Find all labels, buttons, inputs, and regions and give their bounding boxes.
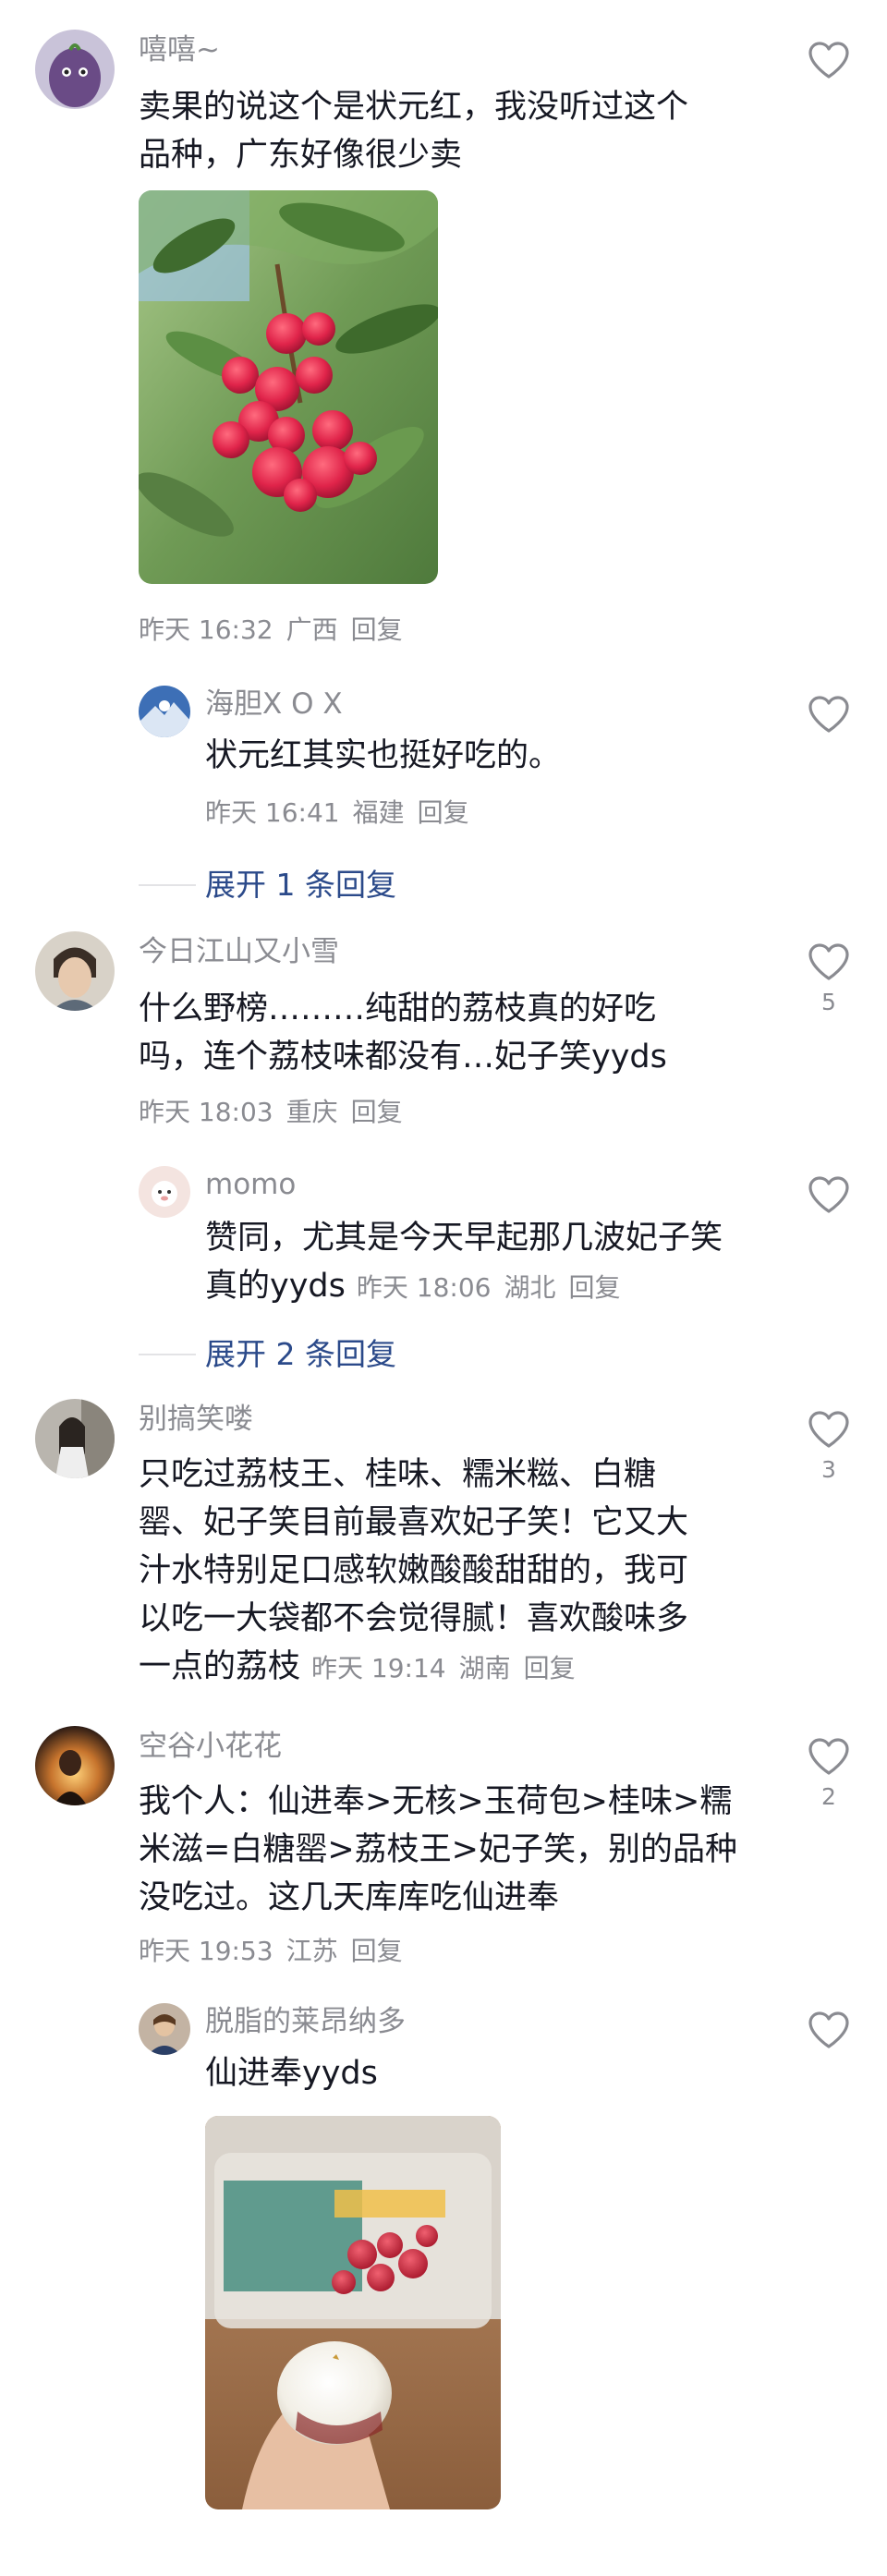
like-button[interactable]: 5	[806, 942, 852, 1016]
comment-text: 什么野榜………纯甜的荔枝真的好吃 吗，连个荔枝味都没有…妃子笑yyds	[139, 990, 667, 1075]
avatar[interactable]	[139, 1166, 190, 1218]
heart-outline-icon	[808, 943, 849, 980]
username[interactable]: 嘻嘻~	[139, 31, 220, 68]
avatar[interactable]	[35, 30, 115, 109]
comment-text: 只吃过荔枝王、桂味、糯米糍、白糖 罂、妃子笑目前最喜欢妃子笑！它又大 汁水特别足…	[139, 1456, 689, 1685]
comment-meta: 昨天 19:14 湖南 回复	[311, 1653, 576, 1683]
reply-button[interactable]: 回复	[351, 1936, 403, 1966]
avatar[interactable]	[139, 2003, 190, 2055]
expand-replies-button[interactable]: 展开 1 条回复	[139, 867, 396, 904]
heart-outline-icon	[808, 1411, 849, 1448]
like-button[interactable]	[806, 695, 852, 734]
comment-text: 卖果的说这个是状元红，我没听过这个 品种，广东好像很少卖	[139, 89, 689, 174]
like-button[interactable]: 2	[806, 1737, 852, 1811]
like-count: 5	[821, 989, 836, 1015]
like-count: 3	[821, 1456, 836, 1483]
username[interactable]: momo	[205, 1166, 296, 1203]
heart-outline-icon	[808, 696, 849, 733]
comment-text: 仙进奉yyds	[205, 2055, 378, 2092]
like-button[interactable]	[806, 2011, 852, 2049]
reply-button[interactable]: 回复	[569, 1272, 621, 1303]
comment-text: 赞同，尤其是今天早起那几波妃子笑 真的yyds 昨天 18:06 湖北 回复	[205, 1220, 723, 1305]
reply-button[interactable]: 回复	[418, 797, 469, 828]
heart-outline-icon	[808, 1738, 849, 1775]
username[interactable]: 海胆X O X	[205, 686, 343, 723]
comment-meta: 昨天 19:53 江苏 回复	[139, 1936, 403, 1966]
peeled-lychee-photo[interactable]	[205, 2116, 501, 2509]
avatar[interactable]	[139, 686, 190, 737]
username[interactable]: 脱脂的莱昂纳多	[205, 2003, 406, 2040]
like-button[interactable]: 3	[806, 1410, 852, 1484]
comment-text: 我个人：仙进奉>无核>玉荷包>桂味>糯 米滋=白糖罂>荔枝王>妃子笑，别的品种 …	[139, 1783, 737, 1916]
reply-button[interactable]: 回复	[351, 1097, 403, 1127]
heart-outline-icon	[808, 1176, 849, 1213]
avatar[interactable]	[35, 1726, 115, 1805]
divider	[139, 1354, 196, 1355]
comment-meta: 昨天 16:41 福建 回复	[205, 797, 469, 828]
comment-meta: 昨天 16:32 广西 回复	[139, 614, 403, 645]
divider	[139, 884, 196, 886]
like-button[interactable]	[806, 41, 852, 79]
like-count: 2	[821, 1783, 836, 1810]
comment-meta: 昨天 18:06 湖北 回复	[356, 1272, 621, 1303]
heart-outline-icon	[808, 2011, 849, 2048]
username[interactable]: 别搞笑喽	[139, 1401, 253, 1438]
heart-outline-icon	[808, 42, 849, 79]
avatar[interactable]	[35, 931, 115, 1011]
comment-meta: 昨天 18:03 重庆 回复	[139, 1097, 403, 1127]
reply-button[interactable]: 回复	[524, 1653, 576, 1683]
reply-button[interactable]: 回复	[351, 614, 403, 645]
comment-text: 状元红其实也挺好吃的。	[205, 737, 562, 774]
username[interactable]: 今日江山又小雪	[139, 933, 339, 970]
username[interactable]: 空谷小花花	[139, 1728, 282, 1765]
avatar[interactable]	[35, 1399, 115, 1478]
expand-replies-button[interactable]: 展开 2 条回复	[139, 1336, 396, 1373]
like-button[interactable]	[806, 1175, 852, 1214]
lychee-tree-photo[interactable]	[139, 190, 438, 584]
